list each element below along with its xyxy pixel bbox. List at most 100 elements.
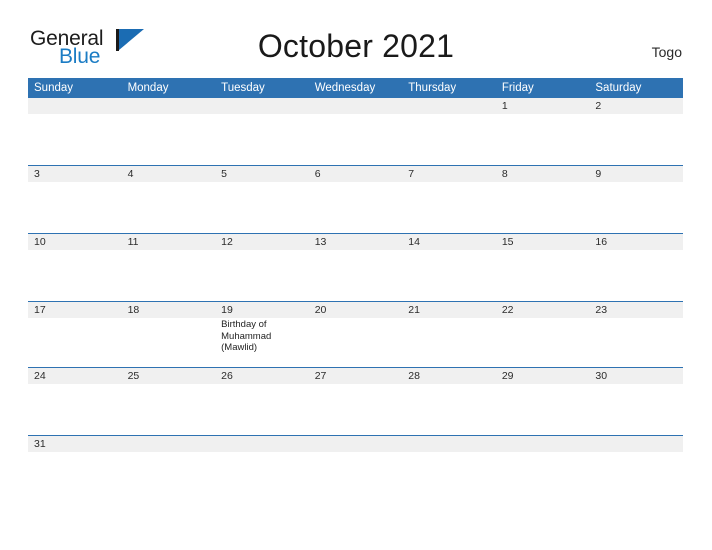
calendar-table: Sunday Monday Tuesday Wednesday Thursday… (28, 78, 683, 498)
weekday-header-saturday: Saturday (589, 78, 683, 98)
day-cell-inner: 8 (495, 166, 590, 233)
calendar-day-cell[interactable]: 13 (308, 233, 403, 302)
day-cell-inner (215, 98, 309, 165)
calendar-day-cell[interactable]: 20 (308, 301, 403, 368)
day-cell-inner: 27 (308, 368, 403, 435)
calendar-week-row: 12 (28, 98, 683, 166)
day-number (28, 98, 122, 114)
day-cell-inner (495, 436, 590, 498)
calendar-day-cell[interactable] (402, 435, 496, 498)
day-number: 3 (28, 166, 122, 182)
calendar-day-cell[interactable]: 15 (495, 233, 590, 302)
day-cell-inner (402, 98, 496, 165)
day-number: 28 (402, 368, 496, 384)
day-cell-inner: 13 (308, 234, 403, 301)
calendar-day-cell[interactable] (121, 435, 216, 498)
page-header: General Blue October 2021 Togo (0, 0, 712, 76)
day-cell-inner: 26 (215, 368, 309, 435)
weekday-header-monday: Monday (121, 78, 216, 98)
day-number (402, 98, 496, 114)
day-cell-inner: 18 (121, 302, 216, 367)
day-cell-inner: 23 (589, 302, 683, 367)
calendar-day-cell[interactable]: 18 (121, 301, 216, 368)
day-cell-inner: 12 (215, 234, 309, 301)
calendar-day-cell[interactable]: 22 (495, 301, 590, 368)
calendar-day-cell[interactable]: 26 (215, 367, 309, 436)
calendar-day-cell[interactable]: 29 (495, 367, 590, 436)
calendar-day-cell[interactable]: 1 (495, 98, 590, 166)
calendar-day-cell[interactable]: 9 (589, 165, 683, 234)
day-cell-inner: 25 (121, 368, 216, 435)
calendar-day-cell[interactable]: 17 (28, 301, 122, 368)
day-cell-inner: 19 Birthday of Muhammad (Mawlid) (215, 302, 309, 367)
day-number: 2 (589, 98, 683, 114)
day-number: 5 (215, 166, 309, 182)
calendar-day-cell[interactable] (589, 435, 683, 498)
weekday-header-friday: Friday (495, 78, 590, 98)
calendar-day-cell[interactable] (215, 435, 309, 498)
calendar-day-cell[interactable] (28, 98, 122, 166)
calendar-day-cell[interactable]: 3 (28, 165, 122, 234)
calendar-day-cell[interactable] (215, 98, 309, 166)
day-number (215, 436, 309, 452)
day-number: 15 (495, 234, 590, 250)
weekday-header-row: Sunday Monday Tuesday Wednesday Thursday… (28, 78, 683, 98)
day-number: 25 (121, 368, 216, 384)
calendar-day-cell[interactable]: 12 (215, 233, 309, 302)
day-number (121, 436, 216, 452)
calendar-day-cell[interactable]: 2 (589, 98, 683, 166)
day-cell-inner: 31 (28, 436, 122, 498)
day-cell-inner: 2 (589, 98, 683, 165)
calendar-day-cell[interactable]: 23 (589, 301, 683, 368)
calendar-day-cell[interactable]: 28 (402, 367, 496, 436)
calendar-day-cell[interactable]: 19 Birthday of Muhammad (Mawlid) (215, 301, 309, 368)
calendar-day-cell[interactable] (121, 98, 216, 166)
calendar-day-cell[interactable]: 10 (28, 233, 122, 302)
calendar-day-cell[interactable]: 11 (121, 233, 216, 302)
day-cell-inner: 7 (402, 166, 496, 233)
calendar-week-row: 17 18 19 Birthday of Muhammad (Mawlid) 20 21 2… (28, 301, 683, 368)
day-cell-inner: 28 (402, 368, 496, 435)
calendar-day-cell[interactable]: 27 (308, 367, 403, 436)
calendar-day-cell[interactable]: 31 (28, 435, 122, 498)
calendar-day-cell[interactable]: 24 (28, 367, 122, 436)
day-number: 26 (215, 368, 309, 384)
calendar-day-cell[interactable]: 21 (402, 301, 496, 368)
day-number: 24 (28, 368, 122, 384)
day-number (402, 436, 496, 452)
day-cell-inner: 22 (495, 302, 590, 367)
day-cell-inner (402, 436, 496, 498)
day-number: 7 (402, 166, 496, 182)
region-label: Togo (651, 44, 682, 60)
calendar-day-cell[interactable]: 25 (121, 367, 216, 436)
day-number: 10 (28, 234, 122, 250)
day-cell-inner: 24 (28, 368, 122, 435)
calendar-day-cell[interactable]: 14 (402, 233, 496, 302)
day-number: 20 (308, 302, 403, 318)
calendar-day-cell[interactable]: 4 (121, 165, 216, 234)
calendar-day-cell[interactable] (308, 435, 403, 498)
calendar-day-cell[interactable]: 7 (402, 165, 496, 234)
weekday-header-tuesday: Tuesday (215, 78, 309, 98)
weekday-header-wednesday: Wednesday (308, 78, 403, 98)
day-number: 16 (589, 234, 683, 250)
day-cell-inner: 17 (28, 302, 122, 367)
day-number: 29 (495, 368, 590, 384)
day-cell-inner: 15 (495, 234, 590, 301)
day-number (308, 98, 403, 114)
calendar-week-row: 24 25 26 27 28 29 30 (28, 367, 683, 436)
day-cell-inner (589, 436, 683, 498)
calendar-day-cell[interactable] (402, 98, 496, 166)
calendar-day-cell[interactable]: 5 (215, 165, 309, 234)
calendar-day-cell[interactable]: 8 (495, 165, 590, 234)
calendar-day-cell[interactable]: 6 (308, 165, 403, 234)
day-number: 19 (215, 302, 309, 318)
calendar-day-cell[interactable]: 30 (589, 367, 683, 436)
calendar-day-cell[interactable]: 16 (589, 233, 683, 302)
calendar-day-cell[interactable] (308, 98, 403, 166)
day-cell-inner: 14 (402, 234, 496, 301)
day-number: 11 (121, 234, 216, 250)
calendar-day-cell[interactable] (495, 435, 590, 498)
day-cell-inner: 6 (308, 166, 403, 233)
day-cell-inner: 4 (121, 166, 216, 233)
